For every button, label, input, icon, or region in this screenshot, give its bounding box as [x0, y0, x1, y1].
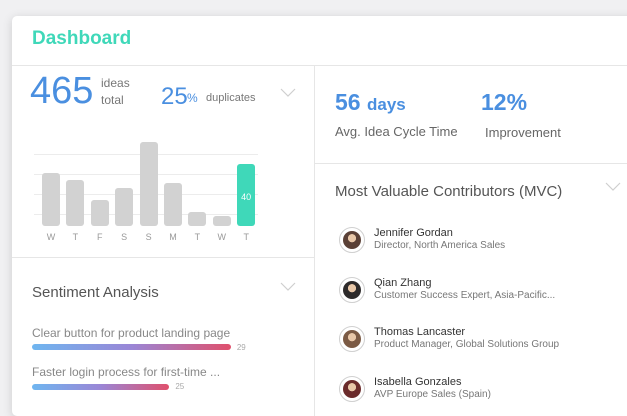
improvement-label: Improvement: [485, 125, 561, 140]
contributor-name: Qian Zhang: [374, 277, 432, 289]
page-title: Dashboard: [32, 28, 132, 49]
contributor-role: AVP Europe Sales (Spain): [374, 389, 491, 400]
ideas-label: ideas: [101, 76, 130, 90]
header-divider: [12, 65, 627, 66]
contributor-role: Customer Success Expert, Asia-Pacific...: [374, 290, 556, 301]
contributor-role: Product Manager, Global Solutions Group: [374, 339, 560, 350]
avatar-photo: [343, 281, 361, 299]
avatar: [339, 376, 365, 402]
chart-bar[interactable]: [90, 199, 109, 226]
chart-bar[interactable]: [212, 216, 231, 226]
avatar-photo: [343, 380, 361, 398]
dashboard-card: Dashboard 465 ideas total 25 % duplicate…: [12, 16, 627, 416]
avatar-photo: [343, 231, 361, 249]
contributor-name: Jennifer Gordan: [374, 227, 453, 239]
ideas-total-value: 465: [30, 70, 94, 112]
duplicates-value: 25: [161, 83, 188, 110]
duplicates-unit: %: [187, 91, 198, 105]
sentiment-title: Sentiment Analysis: [32, 284, 159, 301]
improvement-value: 12%: [481, 89, 528, 115]
chart-x-tick-label: T: [72, 232, 79, 242]
avatar: [339, 326, 365, 352]
chart-x-tick-label: T: [194, 232, 201, 242]
total-label: total: [101, 93, 124, 107]
sentiment-collapse-chevron-icon[interactable]: [280, 282, 296, 292]
avatar-photo: [343, 330, 361, 348]
chart-bar[interactable]: [66, 180, 85, 226]
ideas-collapse-chevron-icon[interactable]: [280, 88, 296, 98]
chart-bar[interactable]: [139, 142, 158, 226]
sentiment-item-label: Clear button for product landing page: [32, 326, 231, 340]
chart-data-label: 40: [241, 191, 252, 202]
sentiment-item-label: Faster login process for first-time ...: [32, 365, 221, 379]
contributor-name: Thomas Lancaster: [374, 326, 466, 338]
ideas-divider: [12, 257, 314, 258]
chart-x-tick-label: W: [46, 232, 56, 242]
stats-divider: [314, 163, 627, 164]
chart-x-tick-label: S: [121, 232, 128, 242]
chart-bar[interactable]: [188, 211, 207, 226]
chart-x-tick-label: T: [243, 232, 249, 242]
ideas-total-label: ideas total: [101, 75, 130, 109]
cycle-number: 56: [335, 89, 361, 115]
contributor-role: Director, North America Sales: [374, 240, 506, 251]
avatar: [339, 277, 365, 303]
cycle-unit: days: [366, 95, 406, 114]
sentiment-item-bar: [32, 344, 231, 350]
duplicates-label: duplicates: [206, 92, 256, 104]
sentiment-item-count: 29: [236, 343, 246, 352]
chart-x-tick-label: M: [169, 232, 177, 242]
column-divider: [314, 65, 315, 416]
chart-x-tick-label: S: [145, 232, 152, 242]
chart-bar[interactable]: [42, 173, 60, 226]
mvc-title: Most Valuable Contributors (MVC): [335, 183, 563, 200]
chart-bar[interactable]: [164, 182, 182, 226]
chart-x-tick-label: F: [97, 232, 103, 242]
sentiment-item-count: 25: [175, 382, 185, 391]
avatar: [339, 227, 365, 253]
mvc-collapse-chevron-icon[interactable]: [605, 182, 621, 192]
contributor-name: Isabella Gonzales: [374, 376, 462, 388]
chart-bar[interactable]: [115, 187, 134, 226]
cycle-value: 56 days: [335, 89, 406, 116]
chart-x-tick-label: W: [217, 232, 227, 242]
sentiment-item-bar: [32, 384, 170, 390]
cycle-label: Avg. Idea Cycle Time: [335, 124, 458, 139]
